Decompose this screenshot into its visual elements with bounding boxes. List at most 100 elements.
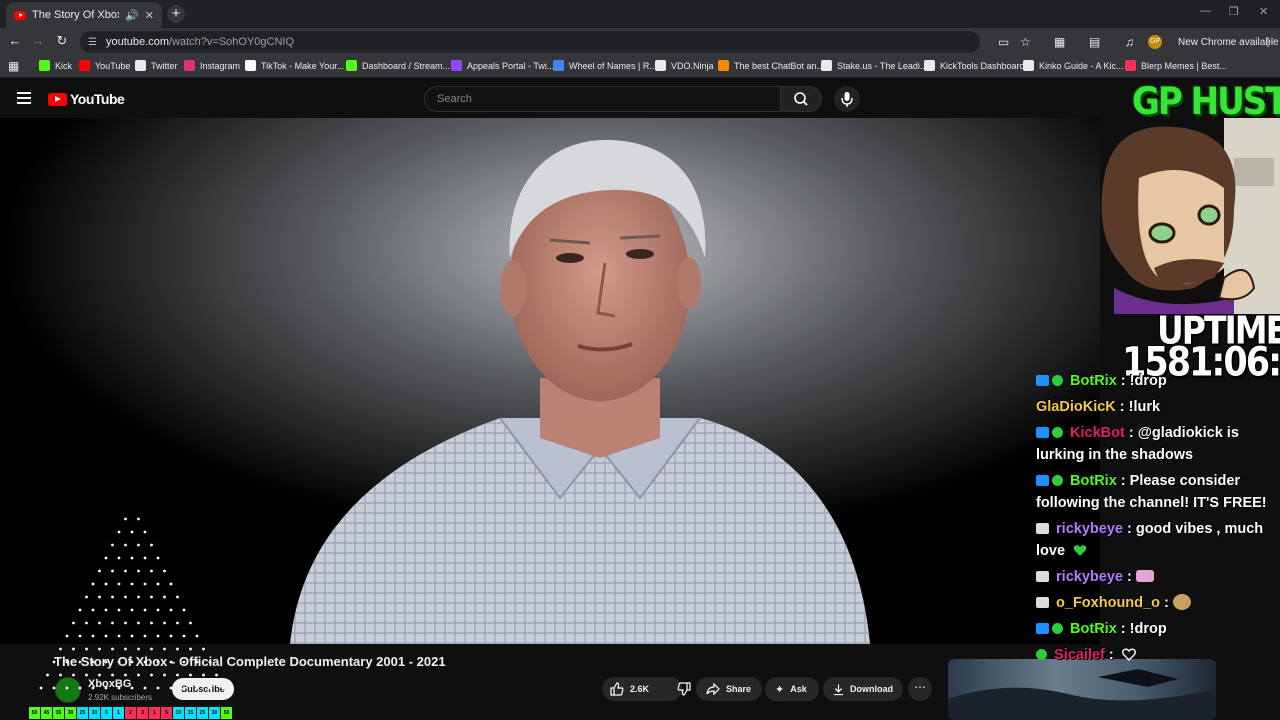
overlay-dot — [104, 556, 108, 560]
overlay-dot — [72, 673, 75, 677]
dislike-button[interactable] — [669, 677, 699, 701]
media-control-icon[interactable]: ♫ — [1125, 35, 1134, 49]
address-bar[interactable]: ☰ youtube.com/watch?v=SohOY0gCNIQ — [80, 31, 980, 53]
apps-grid-icon[interactable]: ▦ — [8, 59, 19, 73]
cast-icon[interactable]: ▭ — [998, 35, 1009, 49]
overlay-dot — [130, 530, 134, 534]
back-icon[interactable]: ← — [6, 33, 24, 48]
bookmark-stake[interactable]: Stake.us - The Leadi... — [821, 60, 927, 71]
chat-message: o_Foxhound_o : — [1036, 592, 1276, 614]
overlay-dot — [52, 660, 56, 664]
verified-bot-icon — [1036, 649, 1047, 660]
voice-search-button[interactable] — [834, 86, 860, 112]
search-button[interactable] — [781, 86, 822, 112]
bookmark-twitter[interactable]: Twitter — [135, 60, 178, 71]
subscriber-badge-icon — [1036, 571, 1049, 582]
overlay-dot — [176, 621, 179, 625]
site-info-icon[interactable]: ☰ — [88, 37, 102, 48]
chat-message: GlaDioKicK : !lurk — [1036, 399, 1161, 415]
close-window-icon[interactable]: ✕ — [1259, 5, 1268, 18]
speaker-icon[interactable]: 🔊 — [125, 9, 139, 22]
kick-badge-icon — [1036, 427, 1049, 438]
like-button[interactable]: 2.6K — [602, 677, 657, 701]
bookmark-chatbot[interactable]: The best ChatBot an... — [718, 60, 824, 71]
url-text: youtube.com/watch?v=SohOY0gCNIQ — [106, 36, 295, 48]
chat-message: BotRix : !drop — [1036, 370, 1276, 392]
overlay-dot — [91, 608, 95, 612]
bookmark-tiktok[interactable]: TikTok - Make Your... — [245, 60, 344, 71]
bookmark-instagram[interactable]: Instagram — [184, 60, 240, 71]
bookmark-wheel-of-names[interactable]: Wheel of Names | R... — [553, 60, 657, 71]
overlay-dot — [130, 634, 134, 638]
profile-avatar[interactable]: GP — [1148, 35, 1162, 49]
youtube-icon — [79, 60, 90, 71]
search-input[interactable] — [425, 87, 779, 111]
share-button[interactable]: Share — [696, 677, 762, 701]
search-box — [424, 86, 781, 112]
overlay-dot — [195, 660, 199, 664]
bookmark-dashboard[interactable]: Dashboard / Stream... — [346, 60, 450, 71]
bookmark-kinko-guide[interactable]: Kinko Guide - A Kic... — [1023, 60, 1124, 71]
overlay-dot — [111, 673, 114, 677]
subscriber-badge-icon — [1036, 597, 1049, 608]
download-button[interactable]: Download — [823, 677, 903, 701]
browser-tab[interactable]: The Story Of Xbox - Official 🔊 ✕ — [6, 2, 162, 28]
goal-badge: 30 — [209, 707, 220, 719]
overlay-dot — [111, 647, 114, 651]
overlay-dot — [182, 608, 186, 612]
goal-badge: 10 — [89, 707, 100, 719]
overlay-dot — [104, 686, 108, 690]
forward-icon[interactable]: → — [29, 33, 47, 48]
overlay-dot — [163, 569, 166, 573]
new-tab-button[interactable]: + — [167, 5, 185, 23]
youtube-play-icon — [48, 92, 67, 106]
tab-search-icon[interactable]: ▤ — [1089, 35, 1100, 49]
browser-toolbar: ← → ↻ ☰ youtube.com/watch?v=SohOY0gCNIQ … — [0, 28, 1280, 56]
overlay-dot — [169, 634, 173, 638]
overlay-dot — [117, 556, 121, 560]
overlay-dot — [182, 660, 186, 664]
overlay-dot — [111, 595, 114, 599]
browser-tab-strip: The Story Of Xbox - Official 🔊 ✕ + — ❐ ✕ — [0, 0, 1280, 28]
overlay-dot — [156, 634, 160, 638]
menu-icon[interactable] — [17, 92, 31, 104]
overlay-dot — [169, 582, 173, 586]
chat-username: BotRix — [1070, 373, 1117, 389]
bookmark-vdo-ninja[interactable]: VDO.Ninja — [655, 60, 714, 71]
overlay-dot — [98, 595, 101, 599]
overlay-dot — [189, 647, 192, 651]
overlay-dot — [104, 660, 108, 664]
subscriber-badge-icon — [1036, 523, 1049, 534]
overlay-dot — [143, 634, 147, 638]
bookmark-kick[interactable]: Kick — [39, 60, 72, 71]
overlay-dot — [124, 543, 127, 547]
extensions-icon[interactable]: ▦ — [1054, 35, 1065, 49]
ask-button[interactable]: ✦ Ask — [765, 677, 819, 701]
chat-username: KickBot — [1070, 425, 1125, 441]
overlay-dot — [215, 673, 218, 677]
close-tab-icon[interactable]: ✕ — [145, 9, 154, 22]
chat-username: rickybeye — [1056, 569, 1123, 585]
reload-icon[interactable]: ↻ — [53, 33, 71, 49]
bookmark-blerp[interactable]: Blerp Memes | Best... — [1125, 60, 1227, 71]
overlay-dot — [91, 686, 95, 690]
overlay-dot — [78, 660, 82, 664]
overlay-dot — [130, 582, 134, 586]
bookmark-youtube[interactable]: YouTube — [79, 60, 130, 71]
bookmark-star-icon[interactable]: ☆ — [1020, 35, 1031, 49]
overlay-dot — [85, 621, 88, 625]
verified-bot-icon — [1052, 623, 1063, 634]
chrome-menu-icon[interactable]: ⋮ — [1262, 35, 1274, 49]
overlay-dot — [143, 530, 147, 534]
maximize-icon[interactable]: ❐ — [1229, 5, 1239, 18]
minimize-icon[interactable]: — — [1200, 5, 1211, 17]
wheel-icon — [553, 60, 564, 71]
bookmark-kicktools[interactable]: KickTools Dashboard — [924, 60, 1025, 71]
more-actions-icon[interactable]: ⋯ — [908, 677, 932, 701]
overlay-dot — [117, 660, 121, 664]
overlay-dot — [169, 608, 173, 612]
youtube-logo[interactable]: YouTube — [48, 91, 125, 107]
bookmark-appeals[interactable]: Appeals Portal - Twi... — [451, 60, 554, 71]
goal-badge: 45 — [41, 707, 52, 719]
overlay-dot — [143, 556, 147, 560]
